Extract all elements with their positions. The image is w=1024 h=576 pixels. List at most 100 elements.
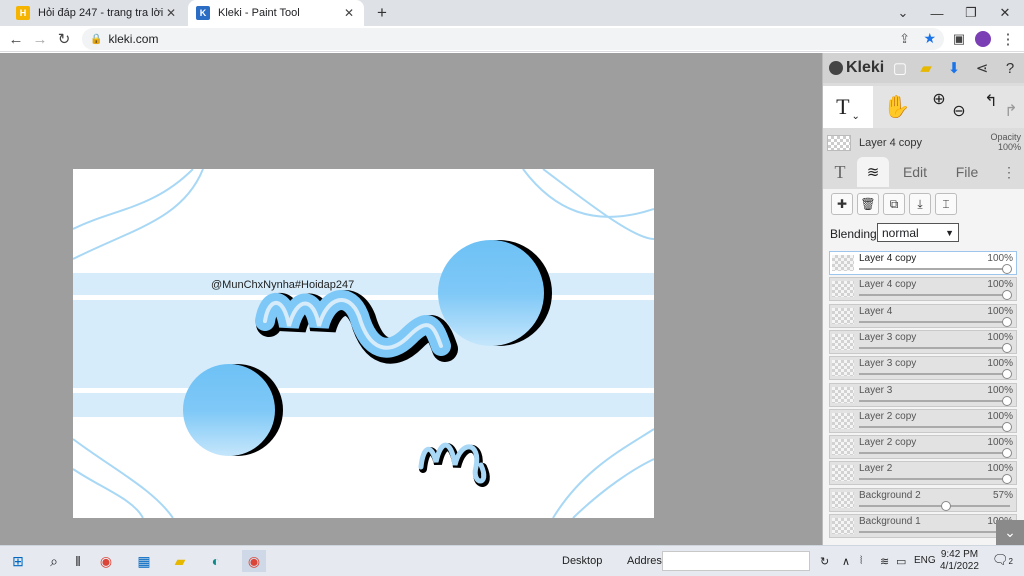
notification-icon[interactable]: 🗨2	[992, 552, 1013, 568]
bookmark-star-icon[interactable]: ★	[923, 30, 936, 47]
file-explorer-icon[interactable]: ▰	[168, 550, 192, 572]
layer-row[interactable]: Layer 2 copy 100%	[829, 435, 1017, 460]
layer-opacity-handle[interactable]	[1002, 342, 1012, 353]
layer-opacity: 100%	[987, 463, 1013, 475]
canvas-workspace[interactable]: @MunChxNynha#Hoidap247	[0, 53, 822, 545]
new-tab-button[interactable]: +	[372, 3, 392, 23]
layer-row[interactable]: Layer 3 copy 100%	[829, 356, 1017, 381]
download-icon[interactable]: ⬇	[943, 57, 965, 79]
layer-row[interactable]: Layer 3 copy 100%	[829, 329, 1017, 354]
restore-button[interactable]: ❐	[954, 0, 988, 26]
layer-name: Layer 4 copy	[859, 279, 917, 291]
delete-layer-button[interactable]: 🗑	[857, 193, 879, 215]
layer-opacity-handle[interactable]	[1002, 421, 1012, 432]
reload-button[interactable]: ↻	[53, 28, 75, 50]
forward-button[interactable]: →	[29, 28, 51, 50]
layer-row[interactable]: Background 2 57%	[829, 487, 1017, 512]
layer-opacity-handle[interactable]	[1002, 290, 1012, 301]
task-view-icon[interactable]: ‖	[66, 550, 90, 572]
rename-layer-button[interactable]: ⌶	[935, 193, 957, 215]
collapse-panel-button[interactable]: ⌄	[996, 520, 1024, 545]
duplicate-layer-button[interactable]: ⧉	[883, 193, 905, 215]
back-button[interactable]: ←	[5, 28, 27, 50]
drawing-canvas[interactable]: @MunChxNynha#Hoidap247	[73, 169, 654, 518]
decor-line	[522, 169, 654, 218]
desktop-toolbar-label[interactable]: Desktop	[562, 555, 602, 567]
layer-opacity-handle[interactable]	[1002, 474, 1012, 485]
layer-opacity-handle[interactable]	[1002, 264, 1012, 274]
chrome-active-icon[interactable]: ◉	[242, 550, 266, 572]
network-icon[interactable]: ≋	[880, 555, 889, 568]
battery-icon[interactable]: ▭	[896, 555, 906, 568]
opacity-readout: Opacity 100%	[990, 132, 1021, 152]
taskbar-clock[interactable]: 9:42 PM 4/1/2022	[940, 549, 979, 573]
layer-row[interactable]: Layer 3 100%	[829, 382, 1017, 407]
text-tool-button[interactable]: T ⌄	[823, 86, 873, 128]
layer-thumbnail	[832, 439, 854, 456]
layer-opacity-slider[interactable]	[859, 399, 1010, 402]
layer-opacity-slider[interactable]	[859, 504, 1010, 507]
layer-opacity-handle[interactable]	[1002, 395, 1012, 406]
layer-row[interactable]: Layer 4 copy 100%	[829, 251, 1017, 275]
layer-opacity-slider[interactable]	[859, 452, 1010, 455]
logo-row: Kleki ▢ ▰ ⬇ ⋖ ?	[823, 53, 1024, 83]
address-bar[interactable]: 🔒 kleki.com ⇪ ★	[82, 28, 944, 50]
minimize-button[interactable]: —	[920, 0, 954, 26]
layer-row[interactable]: Layer 4 100%	[829, 303, 1017, 328]
zoom-out-icon[interactable]: ⊖	[947, 90, 971, 132]
taskbar-address-input[interactable]	[662, 551, 810, 571]
browser-tab-hoidap[interactable]: H Hỏi đáp 247 - trang tra lời ✕	[8, 0, 186, 26]
layer-thumbnail	[832, 360, 854, 377]
layer-opacity-slider[interactable]	[859, 294, 1010, 297]
layer-name: Layer 4 copy	[859, 253, 917, 264]
layer-opacity-handle[interactable]	[1002, 316, 1012, 327]
tab-edit[interactable]: Edit	[893, 157, 937, 187]
close-window-button[interactable]: ✕	[988, 0, 1022, 26]
layer-row[interactable]: Background 1100%	[829, 514, 1017, 538]
edge-icon[interactable]: ◐	[204, 550, 228, 572]
help-icon[interactable]: ?	[999, 57, 1021, 79]
add-layer-button[interactable]: ✚	[831, 193, 853, 215]
layer-opacity-slider[interactable]	[859, 425, 1010, 428]
browser-menu-icon[interactable]: ⋮	[997, 28, 1019, 50]
search-icon[interactable]: ⌕	[42, 550, 66, 572]
store-icon[interactable]: ▦	[132, 550, 156, 572]
blending-select[interactable]: normal ▼	[877, 223, 959, 242]
layer-opacity-handle[interactable]	[940, 500, 951, 511]
layer-row[interactable]: Layer 2 copy 100%	[829, 408, 1017, 433]
hand-tool-button[interactable]: ✋	[875, 86, 919, 128]
speaker-icon[interactable]: ⦚	[860, 555, 862, 568]
layer-opacity-slider[interactable]	[859, 373, 1010, 376]
share-icon[interactable]: ⋖	[971, 57, 993, 79]
layer-opacity-handle[interactable]	[1002, 448, 1012, 459]
start-button-icon[interactable]: ⊞	[6, 550, 30, 572]
layer-row[interactable]: Layer 2 100%	[829, 461, 1017, 486]
close-tab-icon[interactable]: ✕	[164, 6, 178, 20]
new-image-icon[interactable]: ▢	[889, 57, 911, 79]
layer-opacity-handle[interactable]	[1002, 369, 1012, 380]
tab-file[interactable]: File	[945, 157, 989, 187]
profile-avatar[interactable]	[972, 28, 994, 50]
share-icon[interactable]: ⇪	[899, 31, 910, 47]
layer-opacity-slider[interactable]	[859, 531, 1010, 533]
open-folder-icon[interactable]: ▰	[915, 57, 937, 79]
close-tab-icon[interactable]: ✕	[342, 6, 356, 20]
browser-tab-kleki[interactable]: K Kleki - Paint Tool ✕	[188, 0, 364, 26]
more-options-icon[interactable]: ⋮	[999, 157, 1019, 187]
layer-opacity-slider[interactable]	[859, 320, 1010, 323]
merge-down-button[interactable]: ⤓	[909, 193, 931, 215]
kleki-logo-icon	[829, 61, 843, 75]
tab-tool-settings[interactable]: T	[825, 157, 855, 187]
refresh-icon[interactable]: ↻	[820, 555, 829, 568]
side-panel-icon[interactable]: ▣	[948, 28, 970, 50]
layer-opacity-slider[interactable]	[859, 346, 1010, 349]
layer-opacity-slider[interactable]	[859, 478, 1010, 481]
layer-row[interactable]: Layer 4 copy 100%	[829, 277, 1017, 302]
show-hidden-icons[interactable]: ∧	[842, 555, 850, 568]
tab-search-icon[interactable]: ⌄	[886, 0, 920, 26]
layer-opacity-slider[interactable]	[859, 268, 1010, 270]
tab-layers[interactable]: ≋	[857, 157, 889, 187]
language-indicator[interactable]: ENG	[914, 555, 936, 566]
chrome-icon[interactable]: ◉	[94, 550, 118, 572]
redo-icon[interactable]: ↱	[999, 90, 1023, 132]
